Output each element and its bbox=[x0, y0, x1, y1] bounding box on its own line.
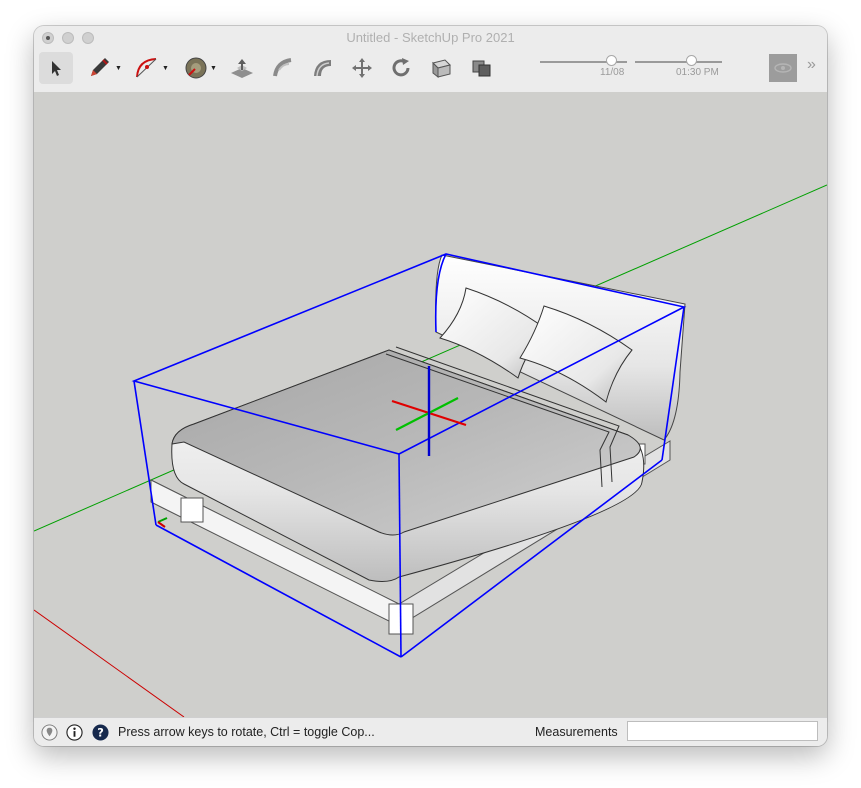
bed-model-scene[interactable] bbox=[34, 92, 827, 717]
arc-tool-dropdown-icon[interactable]: ▼ bbox=[162, 65, 169, 72]
rotate-tool-button[interactable] bbox=[384, 52, 418, 84]
arc-icon bbox=[136, 58, 157, 78]
scale-tool-button[interactable] bbox=[425, 52, 459, 84]
svg-text:?: ? bbox=[97, 725, 104, 739]
eye-icon bbox=[769, 54, 797, 82]
help-icon[interactable]: ? bbox=[92, 724, 109, 741]
select-tool-button[interactable] bbox=[39, 52, 73, 84]
move-tool-button[interactable] bbox=[345, 52, 379, 84]
push-pull-tool-button[interactable] bbox=[225, 52, 259, 84]
offset-tool-button[interactable] bbox=[306, 52, 340, 84]
paint-bucket-dropdown-icon[interactable]: ▼ bbox=[210, 65, 217, 72]
outer-shell-icon bbox=[472, 60, 491, 77]
window-title: Untitled - SketchUp Pro 2021 bbox=[346, 30, 515, 45]
measurements-input[interactable] bbox=[627, 721, 818, 741]
follow-me-tool-button[interactable] bbox=[266, 52, 300, 84]
follow-me-icon bbox=[273, 58, 292, 77]
arrow-cursor-icon bbox=[52, 61, 61, 76]
app-window: Untitled - SketchUp Pro 2021 ▼ ▼ ▼ 11/08… bbox=[34, 26, 827, 746]
geo-location-icon[interactable] bbox=[41, 724, 58, 741]
rotate-icon bbox=[392, 58, 410, 77]
arc-tool-button[interactable] bbox=[130, 52, 164, 84]
time-label: 01:30 PM bbox=[676, 67, 719, 78]
chevron-double-right-icon[interactable]: » bbox=[807, 56, 816, 74]
measurements-label: Measurements bbox=[535, 725, 618, 739]
date-slider-knob[interactable] bbox=[605, 55, 617, 66]
move-icon bbox=[352, 58, 372, 78]
outer-shell-tool-button[interactable] bbox=[465, 52, 499, 84]
paint-bucket-tool-button[interactable] bbox=[179, 52, 213, 84]
time-slider-knob[interactable] bbox=[686, 55, 698, 66]
line-tool-button[interactable] bbox=[82, 52, 116, 84]
pencil-icon bbox=[91, 58, 109, 76]
title-bar: Untitled - SketchUp Pro 2021 ▼ ▼ ▼ 11/08… bbox=[34, 26, 827, 93]
scale-icon bbox=[432, 59, 451, 79]
status-hint-text: Press arrow keys to rotate, Ctrl = toggl… bbox=[118, 725, 375, 739]
paint-bucket-icon bbox=[185, 57, 207, 79]
bed-leg bbox=[180, 497, 204, 523]
shadows-toggle-button[interactable] bbox=[768, 52, 798, 84]
line-tool-dropdown-icon[interactable]: ▼ bbox=[115, 65, 122, 72]
origin-green-marker bbox=[157, 517, 168, 523]
red-axis-line bbox=[34, 609, 185, 717]
credits-info-icon[interactable] bbox=[66, 724, 83, 741]
date-label: 11/08 bbox=[600, 67, 625, 78]
time-slider-track[interactable] bbox=[635, 61, 722, 63]
model-viewport[interactable] bbox=[34, 92, 827, 717]
push-pull-icon bbox=[231, 59, 253, 78]
status-bar: ? Press arrow keys to rotate, Ctrl = tog… bbox=[34, 717, 827, 746]
offset-icon bbox=[314, 60, 331, 77]
